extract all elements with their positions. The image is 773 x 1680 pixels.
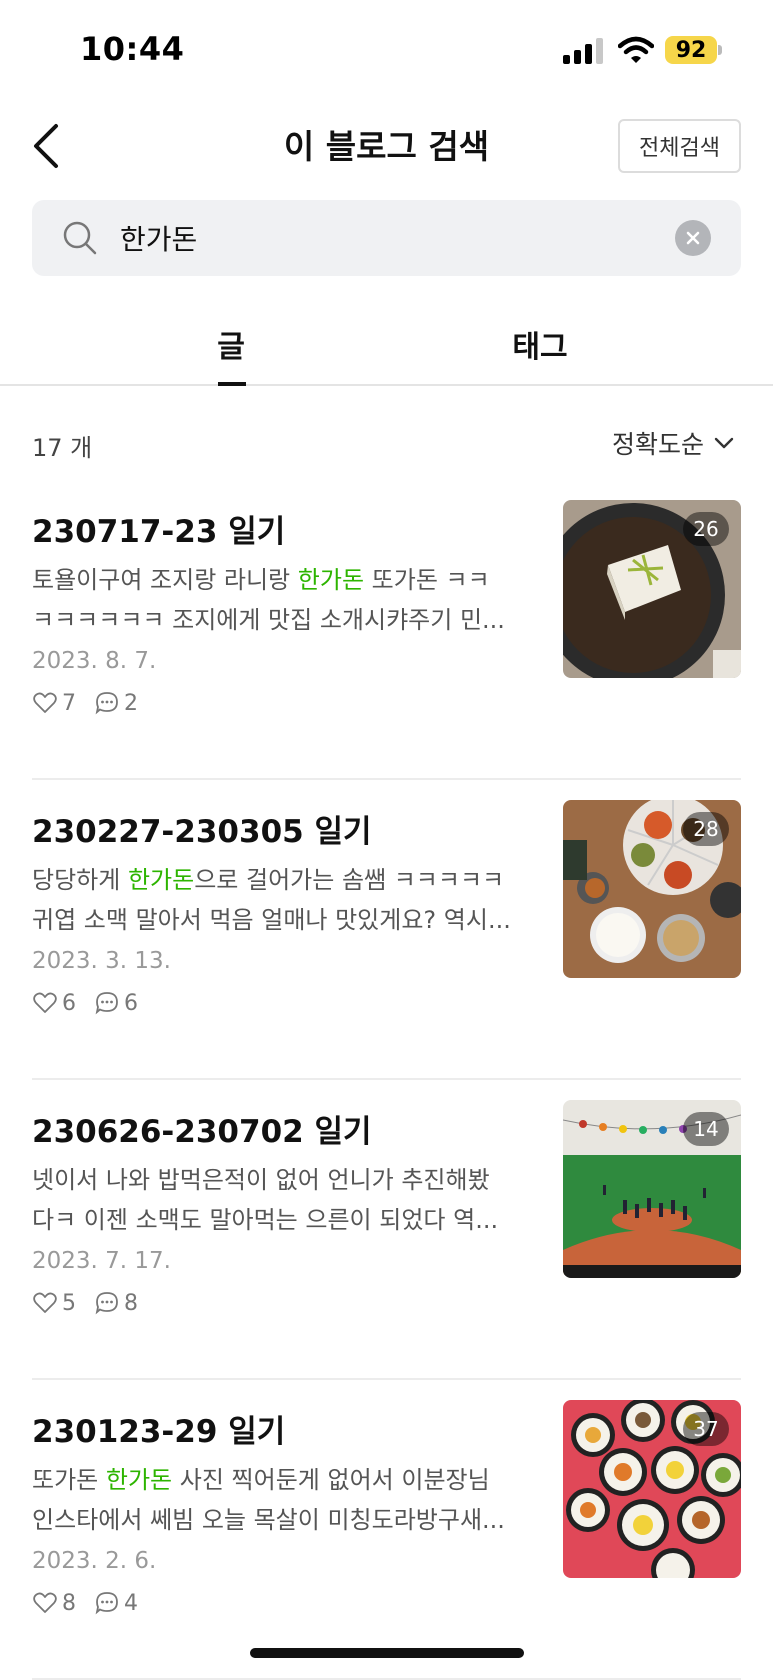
status-time: 10:44 <box>80 30 185 68</box>
full-search-button[interactable]: 전체검색 <box>618 119 741 173</box>
snippet-highlight: 한가돈 <box>297 566 365 594</box>
search-box[interactable] <box>32 200 741 276</box>
post-item[interactable]: 230626-230702 일기 넷이서 나와 밥먹은적이 없어 언니가 추진해… <box>32 1080 741 1380</box>
snippet-text: 귀엽 소맥 말아서 먹음 얼매나 맛있게요? 역시... <box>32 906 511 934</box>
clear-search-button[interactable] <box>675 220 711 256</box>
post-title: 230717-23 일기 <box>32 514 286 550</box>
post-date: 2023. 8. 7. <box>32 648 157 674</box>
snippet-text: 인스타에서 쎄빔 오늘 목살이 미칭도라방구새... <box>32 1506 505 1534</box>
post-meta: 6 6 <box>32 990 156 1016</box>
heart-icon <box>33 1592 57 1613</box>
heart-icon <box>33 692 57 713</box>
comment-count: 2 <box>94 690 138 716</box>
post-snippet: 당당하게 한가돈으로 걸어가는 솜쌤 ㅋㅋㅋㅋㅋ 귀엽 소맥 말아서 먹음 얼매… <box>32 860 542 940</box>
post-meta: 5 8 <box>32 1290 156 1316</box>
snippet-text: ㅋㅋㅋㅋㅋㅋ 조지에게 맛집 소개시캬주기 민... <box>32 606 505 634</box>
post-meta: 8 4 <box>32 1590 156 1616</box>
heart-icon <box>33 992 57 1013</box>
comment-number: 6 <box>124 990 138 1016</box>
like-count: 7 <box>32 690 76 716</box>
chevron-down-icon <box>714 437 734 449</box>
post-thumbnail[interactable]: 26 <box>563 500 741 678</box>
comment-count: 6 <box>94 990 138 1016</box>
wifi-icon <box>618 36 654 63</box>
status-bar: 10:44 92 <box>0 0 773 100</box>
snippet-text: 넷이서 나와 밥먹은적이 없어 언니가 추진해봤 <box>32 1166 490 1194</box>
image-count-badge: 14 <box>683 1112 729 1146</box>
post-meta: 7 2 <box>32 690 156 716</box>
image-count-badge: 26 <box>683 512 729 546</box>
post-title: 230626-230702 일기 <box>32 1114 372 1150</box>
snippet-text: 사진 찍어둔게 없어서 이분장님 <box>172 1466 490 1494</box>
sort-dropdown[interactable]: 정확도순 <box>612 425 734 461</box>
active-tab-indicator <box>218 382 246 386</box>
post-date: 2023. 3. 13. <box>32 948 171 974</box>
like-number: 8 <box>62 1590 76 1616</box>
result-count: 17 개 <box>32 434 93 462</box>
sort-label: 정확도순 <box>612 430 705 459</box>
post-thumbnail[interactable]: 28 <box>563 800 741 978</box>
like-number: 6 <box>62 990 76 1016</box>
comment-icon <box>95 1292 118 1315</box>
comment-icon <box>95 692 118 715</box>
image-count-badge: 37 <box>683 1412 729 1446</box>
snippet-text: 다ㅋ 이젠 소맥도 말아먹는 으른이 되었다 역... <box>32 1206 499 1234</box>
snippet-text: 으로 걸어가는 솜쌤 ㅋㅋㅋㅋㅋ <box>194 866 505 894</box>
post-item[interactable]: 230717-23 일기 토욜이구여 조지랑 라니랑 한가돈 또가돈 ㅋㅋ ㅋㅋ… <box>32 480 741 780</box>
cellular-signal-icon <box>563 38 603 64</box>
like-count: 5 <box>32 1290 76 1316</box>
snippet-highlight: 한가돈 <box>127 866 195 894</box>
comment-number: 2 <box>124 690 138 716</box>
post-snippet: 또가돈 한가돈 사진 찍어둔게 없어서 이분장님 인스타에서 쎄빔 오늘 목살이… <box>32 1460 542 1540</box>
like-count: 6 <box>32 990 76 1016</box>
post-snippet: 토욜이구여 조지랑 라니랑 한가돈 또가돈 ㅋㅋ ㅋㅋㅋㅋㅋㅋ 조지에게 맛집 … <box>32 560 542 640</box>
post-thumbnail[interactable]: 37 <box>563 1400 741 1578</box>
like-number: 5 <box>62 1290 76 1316</box>
snippet-highlight: 한가돈 <box>105 1466 173 1494</box>
comment-number: 4 <box>124 1590 138 1616</box>
snippet-text: 또가돈 <box>32 1466 106 1494</box>
snippet-text: 토욜이구여 조지랑 라니랑 <box>32 566 298 594</box>
snippet-text: 당당하게 <box>32 866 128 894</box>
post-snippet: 넷이서 나와 밥먹은적이 없어 언니가 추진해봤 다ㅋ 이젠 소맥도 말아먹는 … <box>32 1160 542 1240</box>
heart-icon <box>33 1292 57 1313</box>
post-item[interactable]: 230123-29 일기 또가돈 한가돈 사진 찍어둔게 없어서 이분장님 인스… <box>32 1380 741 1680</box>
comment-icon <box>95 992 118 1015</box>
home-indicator <box>250 1648 524 1658</box>
comment-number: 8 <box>124 1290 138 1316</box>
tab-bar: 글 태그 <box>0 300 773 386</box>
battery-indicator: 92 <box>665 36 717 64</box>
post-thumbnail[interactable]: 14 <box>563 1100 741 1278</box>
post-date: 2023. 2. 6. <box>32 1548 157 1574</box>
battery-tip <box>718 45 722 55</box>
search-input[interactable] <box>118 212 638 264</box>
comment-count: 8 <box>94 1290 138 1316</box>
image-count-badge: 28 <box>683 812 729 846</box>
search-icon <box>63 221 97 255</box>
tab-tags[interactable]: 태그 <box>460 322 620 366</box>
comment-count: 4 <box>94 1590 138 1616</box>
post-title: 230123-29 일기 <box>32 1414 286 1450</box>
post-date: 2023. 7. 17. <box>32 1248 171 1274</box>
close-icon <box>686 231 700 245</box>
tab-posts[interactable]: 글 <box>151 322 311 366</box>
post-item[interactable]: 230227-230305 일기 당당하게 한가돈으로 걸어가는 솜쌤 ㅋㅋㅋㅋ… <box>32 780 741 1080</box>
post-list: 230717-23 일기 토욜이구여 조지랑 라니랑 한가돈 또가돈 ㅋㅋ ㅋㅋ… <box>32 480 741 1680</box>
snippet-text: 또가돈 ㅋㅋ <box>364 566 490 594</box>
like-count: 8 <box>32 1590 76 1616</box>
like-number: 7 <box>62 690 76 716</box>
post-title: 230227-230305 일기 <box>32 814 372 850</box>
comment-icon <box>95 1592 118 1615</box>
back-arrow-icon[interactable] <box>28 118 68 174</box>
